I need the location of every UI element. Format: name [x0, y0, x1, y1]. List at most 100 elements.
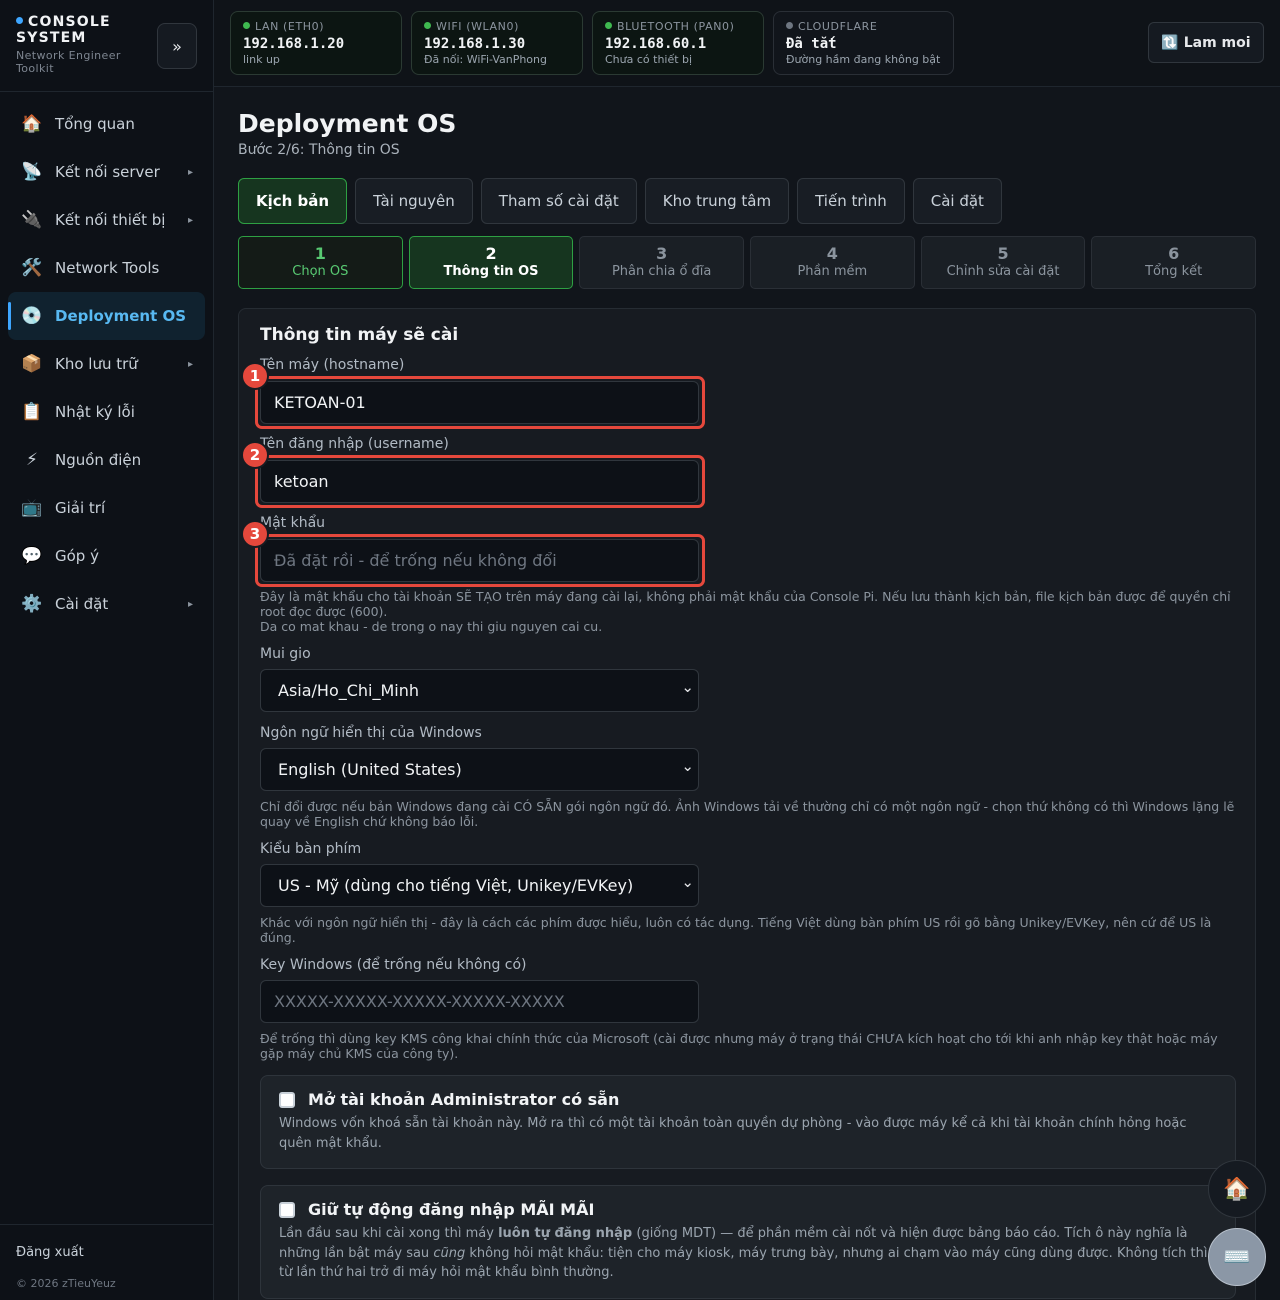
sidebar-item-entertainment[interactable]: 📺 Giải trí: [8, 484, 205, 532]
autologin-checkbox[interactable]: [279, 1201, 295, 1218]
sidebar-item-device-connect[interactable]: 🔌 Kết nối thiết bị ▸: [8, 196, 205, 244]
hostname-label: Tên máy (hostname): [260, 357, 405, 373]
step-label: Tổng kết: [1145, 264, 1203, 279]
sidebar-item-storage[interactable]: 📦 Kho lưu trữ ▸: [8, 340, 205, 388]
card-sub: Đường hầm đang không bật: [786, 53, 941, 66]
sidebar-item-error-log[interactable]: 📋 Nhật ký lỗi: [8, 388, 205, 436]
wizard-steps: 1 Chọn OS 2 Thông tin OS 3 Phân chia ổ đĩa …: [238, 236, 1257, 289]
password-input[interactable]: Đã đặt rồi - để trống nếu không đổi: [260, 539, 699, 582]
admin-account-checkbox[interactable]: [279, 1091, 295, 1108]
keyboard-icon: ⌨️: [1223, 1244, 1251, 1270]
sidebar-item-deployment-os[interactable]: 💿 Deployment OS: [8, 292, 205, 340]
card-sub: link up: [243, 53, 280, 66]
sidebar-item-label: Cài đặt: [55, 595, 109, 613]
card-value: 192.168.1.20: [243, 36, 345, 52]
sidebar-item-label: Kho lưu trữ: [55, 355, 138, 373]
status-card-wifi: WIFI (WLAN0) 192.168.1.30 Đã nối: WiFi-V…: [411, 11, 583, 75]
language-label: Ngôn ngữ hiển thị của Windows: [260, 725, 482, 741]
sidebar-item-feedback[interactable]: 💬 Góp ý: [8, 532, 205, 580]
tab-central-repo[interactable]: Kho trung tâm: [644, 178, 790, 224]
step-number: 6: [1168, 244, 1180, 263]
step-label: Chỉnh sửa cài đặt: [946, 264, 1060, 279]
username-input[interactable]: ketoan: [260, 460, 699, 503]
sidebar-item-power[interactable]: ⚡ Nguồn điện: [8, 436, 205, 484]
sidebar-item-network-tools[interactable]: 🛠️ Network Tools: [8, 244, 205, 292]
product-key-help: Để trống thì dùng key KMS công khai chín…: [260, 1031, 1218, 1061]
status-dot: [605, 22, 612, 29]
option-description: Windows vốn khoá sẵn tài khoản này. Mở r…: [279, 1116, 1187, 1151]
step-number: 5: [997, 244, 1009, 263]
tab-resources[interactable]: Tài nguyên: [355, 178, 473, 224]
sidebar-item-server-connect[interactable]: 📡 Kết nối server ▸: [8, 148, 205, 196]
card-label: CLOUDFLARE: [798, 20, 878, 33]
satellite-icon: 📡: [21, 162, 43, 182]
panel-title: Thông tin máy sẽ cài: [260, 325, 459, 345]
gear-icon: ⚙️: [21, 594, 43, 614]
tab-progress[interactable]: Tiến trình: [797, 178, 905, 224]
chevron-right-icon: ▸: [187, 358, 193, 370]
logout-link[interactable]: Đăng xuất: [16, 1245, 84, 1260]
tv-icon: 📺: [21, 498, 43, 518]
step-label: Phần mềm: [797, 264, 868, 279]
password-help: Đây là mật khẩu cho tài khoản SẼ TẠO trê…: [260, 589, 1231, 619]
step-edit-settings[interactable]: 5 Chỉnh sửa cài đặt: [920, 236, 1086, 289]
card-sub: Chưa có thiết bị: [605, 53, 693, 66]
tab-bar: Kịch bản Tài nguyên Tham số cài đặt Kho …: [238, 178, 1002, 224]
step-number: 1: [314, 244, 326, 263]
product-key-input[interactable]: XXXXX-XXXXX-XXXXX-XXXXX-XXXXX: [260, 980, 699, 1023]
step-os-info[interactable]: 2 Thông tin OS: [408, 236, 574, 289]
keyboard-select[interactable]: US - Mỹ (dùng cho tiếng Việt, Unikey/EVK…: [260, 864, 699, 907]
option-title: Mở tài khoản Administrator có sẵn: [308, 1090, 620, 1109]
card-label: BLUETOOTH (PAN0): [617, 20, 735, 33]
step-disk-partition[interactable]: 3 Phân chia ổ đĩa: [579, 236, 745, 289]
option-title: Giữ tự động đăng nhập MÃI MÃI: [308, 1200, 595, 1219]
card-label: WIFI (WLAN0): [436, 20, 519, 33]
language-help: Chỉ đổi được nếu bản Windows đang cài CÓ…: [260, 799, 1235, 829]
status-dot: [243, 22, 250, 29]
annotation-marker: 3: [241, 520, 269, 548]
step-number: 2: [485, 244, 497, 263]
hostname-input[interactable]: KETOAN-01: [260, 381, 699, 424]
keyboard-fab-button[interactable]: ⌨️: [1208, 1228, 1266, 1286]
status-card-bluetooth: BLUETOOTH (PAN0) 192.168.60.1 Chưa có th…: [592, 11, 764, 75]
brand: CONSOLE SYSTEM Network Engineer Toolkit: [16, 14, 156, 75]
keyboard-label: Kiểu bàn phím: [260, 841, 362, 857]
autologin-option: Giữ tự động đăng nhập MÃI MÃI Lần đầu sa…: [260, 1185, 1236, 1299]
step-label: Chọn OS: [292, 264, 349, 279]
sidebar-item-label: Tổng quan: [55, 115, 135, 133]
sidebar-item-label: Góp ý: [55, 547, 99, 565]
timezone-select[interactable]: Asia/Ho_Chi_Minh: [260, 669, 699, 712]
option-description: Lần đầu sau khi cài xong thì máy luôn tự…: [279, 1224, 1217, 1283]
package-icon: 📦: [21, 354, 43, 374]
status-dot: [786, 22, 793, 29]
card-value: Đã tắt: [786, 36, 837, 52]
tab-settings[interactable]: Cài đặt: [912, 178, 1002, 224]
annotation-marker: 1: [241, 362, 269, 390]
home-icon: 🏠: [21, 114, 43, 134]
sidebar: CONSOLE SYSTEM Network Engineer Toolkit …: [0, 0, 214, 1300]
step-summary[interactable]: 6 Tổng kết: [1091, 236, 1257, 289]
sidebar-item-label: Kết nối server: [55, 163, 160, 181]
step-choose-os[interactable]: 1 Chọn OS: [238, 236, 403, 289]
step-software[interactable]: 4 Phần mềm: [750, 236, 915, 289]
sidebar-item-overview[interactable]: 🏠 Tổng quan: [8, 100, 205, 148]
brand-title: CONSOLE SYSTEM: [16, 14, 111, 46]
step-number: 3: [656, 244, 668, 263]
status-dot: [16, 17, 23, 24]
collapse-sidebar-button[interactable]: »: [157, 23, 197, 69]
password-label: Mật khẩu: [260, 515, 326, 531]
sidebar-item-label: Nguồn điện: [55, 451, 142, 469]
language-select[interactable]: English (United States): [260, 748, 699, 791]
refresh-button[interactable]: 🔃 Lam moi: [1148, 22, 1264, 63]
home-fab-button[interactable]: 🏠: [1208, 1160, 1266, 1218]
keyboard-help: Khác với ngôn ngữ hiển thị - đây là cách…: [260, 915, 1212, 945]
sidebar-item-settings[interactable]: ⚙️ Cài đặt ▸: [8, 580, 205, 628]
sidebar-nav: 🏠 Tổng quan 📡 Kết nối server ▸ 🔌 Kết nối thi…: [8, 100, 205, 628]
text-fragment-bold: luôn tự đăng nhập: [498, 1226, 633, 1241]
tab-scenario[interactable]: Kịch bản: [238, 178, 348, 224]
timezone-label: Mui gio: [260, 646, 311, 662]
topbar: LAN (ETH0) 192.168.1.20 link up WIFI (WL…: [214, 0, 1280, 87]
speech-bubble-icon: 💬: [21, 546, 43, 566]
tab-install-params[interactable]: Tham số cài đặt: [480, 178, 637, 224]
card-value: 192.168.1.30: [424, 36, 526, 52]
